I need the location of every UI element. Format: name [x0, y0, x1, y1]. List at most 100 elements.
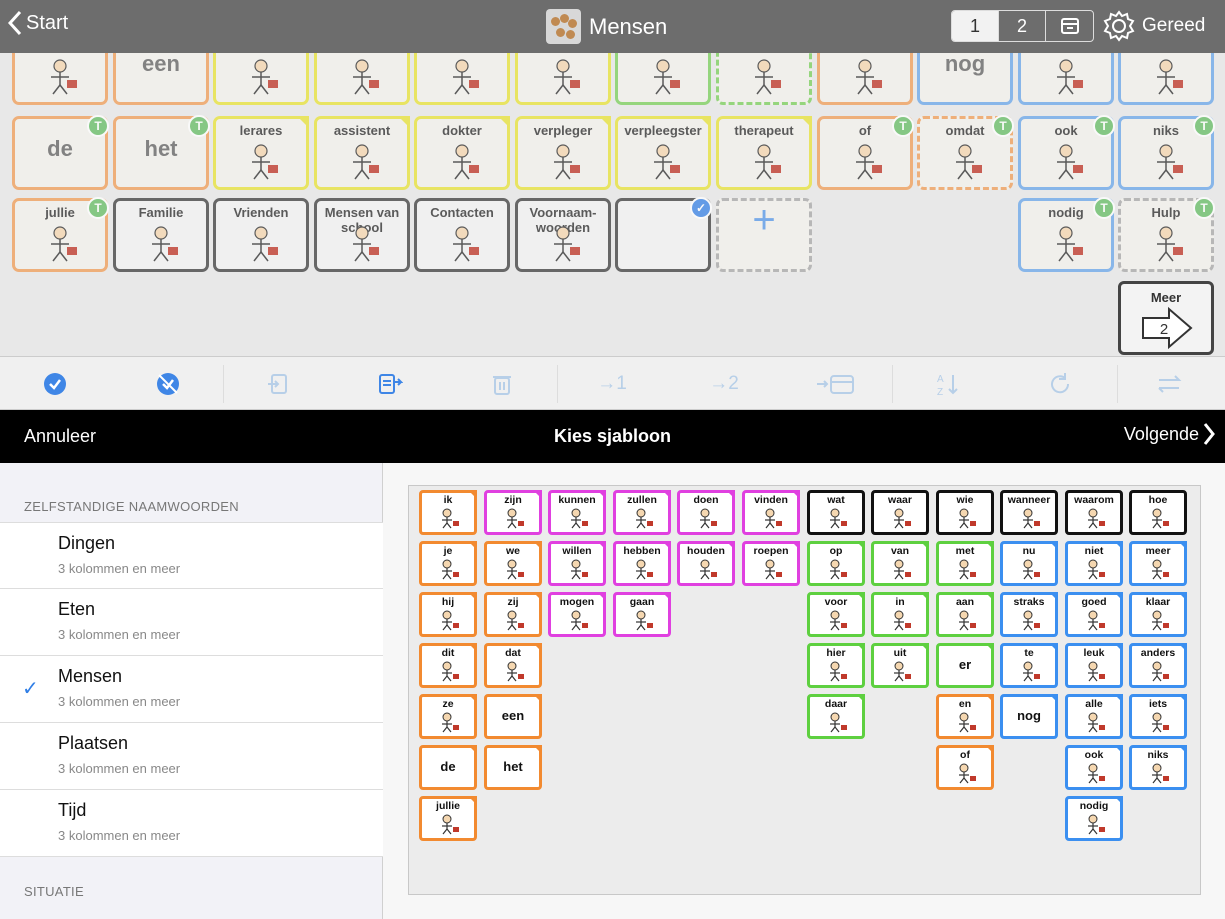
board-cell[interactable]: Familie — [113, 198, 209, 272]
board-cell[interactable]: nodig T — [1018, 197, 1115, 272]
preview-cell: hier — [807, 643, 865, 688]
template-option[interactable]: Dingen 3 kolommen en meer — [0, 522, 383, 589]
board-cell[interactable]: Hulp T — [1118, 197, 1215, 272]
move-archive-button[interactable] — [814, 357, 858, 411]
paste-icon — [379, 374, 403, 394]
option-subtitle: 3 kolommen en meer — [58, 694, 181, 709]
cell-label: verpleger — [533, 123, 593, 138]
symbol-icon — [1016, 507, 1042, 529]
preview-cell: dit — [419, 643, 477, 688]
board-cell[interactable]: + — [716, 198, 812, 272]
delete-button[interactable] — [482, 357, 522, 411]
preview-cell: mogen — [548, 592, 606, 637]
refresh-button[interactable] — [1040, 357, 1080, 411]
board-cell[interactable] — [1018, 53, 1114, 105]
page-2-button[interactable]: 2 — [999, 11, 1046, 41]
corner-fold — [468, 490, 477, 499]
deselect-icon — [157, 373, 179, 395]
text-badge-icon: T — [87, 197, 109, 219]
symbol-icon — [1081, 762, 1107, 784]
board-cell[interactable]: Contacten — [414, 198, 510, 272]
symbol-icon — [341, 225, 383, 263]
settings-done[interactable]: Gereed — [1102, 9, 1205, 43]
preview-label: zullen — [627, 494, 657, 506]
text-badge-icon: T — [892, 115, 914, 137]
board-cell[interactable]: ook T — [1018, 115, 1115, 190]
board-cell[interactable]: ✓ — [615, 197, 712, 272]
board-cell[interactable]: Voornaam-woorden — [515, 198, 611, 272]
board-cell[interactable]: verpleger — [515, 116, 611, 190]
board-cell[interactable]: therapeut — [716, 116, 812, 190]
preview-cell: aan — [936, 592, 994, 637]
board-cell[interactable]: verpleegster — [615, 116, 711, 190]
archive-button[interactable] — [1046, 11, 1093, 41]
deselect-button[interactable] — [148, 357, 188, 411]
board-cell[interactable] — [414, 53, 510, 105]
board-cell[interactable]: een — [113, 53, 209, 105]
cell-label: lerares — [239, 123, 283, 138]
board-cell[interactable]: omdat T — [917, 115, 1014, 190]
swap-button[interactable] — [1150, 357, 1190, 411]
corner-fold — [1049, 592, 1058, 601]
corner-fold — [1178, 643, 1187, 652]
board-cell[interactable]: lerares — [213, 116, 309, 190]
preview-label: mogen — [559, 596, 595, 608]
symbol-icon — [1016, 558, 1042, 580]
paste-button[interactable] — [370, 357, 410, 411]
corner-fold — [856, 643, 865, 652]
board-cell[interactable]: Vrienden — [213, 198, 309, 272]
board-cell[interactable] — [817, 53, 913, 105]
symbol-icon — [435, 813, 461, 835]
template-option[interactable]: Tijd 3 kolommen en meer — [0, 790, 383, 857]
board-cell[interactable]: of T — [817, 115, 914, 190]
board-cell[interactable]: jullie T — [12, 197, 109, 272]
template-option[interactable]: Eten 3 kolommen en meer — [0, 589, 383, 656]
preview-cell: wat — [807, 490, 865, 535]
preview-cell: kunnen — [548, 490, 606, 535]
corner-fold — [985, 643, 994, 652]
template-option[interactable]: Plaatsen 3 kolommen en meer — [0, 723, 383, 790]
move-page1-button[interactable]: →1 — [592, 357, 632, 411]
board-cell[interactable]: het T — [113, 115, 210, 190]
corner-fold — [468, 541, 477, 550]
preview-label: uit — [893, 647, 907, 659]
symbol-icon — [240, 225, 282, 263]
board-cell[interactable]: de T — [12, 115, 109, 190]
symbol-icon — [1081, 660, 1107, 682]
preview-label: hij — [441, 596, 455, 608]
board-cell[interactable] — [314, 53, 410, 105]
import-button[interactable] — [258, 357, 298, 411]
template-option[interactable]: ✓ Mensen 3 kolommen en meer — [0, 656, 383, 723]
board-cell[interactable] — [12, 53, 108, 105]
board-cell[interactable] — [716, 53, 812, 105]
symbol-icon — [693, 558, 719, 580]
preview-label: wat — [827, 494, 845, 506]
board-cell[interactable] — [213, 53, 309, 105]
board-cell[interactable] — [1118, 53, 1214, 105]
page-1-button[interactable]: 1 — [952, 11, 999, 41]
symbol-icon — [441, 225, 483, 263]
board-cell[interactable]: niks T — [1118, 115, 1215, 190]
symbol-icon — [1145, 225, 1187, 263]
move-page2-button[interactable]: →2 — [704, 357, 744, 411]
preview-cell: er — [936, 643, 994, 688]
board-cell[interactable] — [515, 53, 611, 105]
preview-cell: wanneer — [1000, 490, 1058, 535]
next-button[interactable]: Volgende — [1124, 422, 1215, 446]
board-cell[interactable] — [615, 53, 711, 105]
board-cell[interactable]: Mensen van school — [314, 198, 410, 272]
board-cell[interactable]: nog — [917, 53, 1013, 105]
symbol-icon — [1045, 225, 1087, 263]
preview-label: wie — [956, 494, 974, 506]
more-button[interactable]: Meer 2 — [1118, 281, 1214, 355]
preview-label: dit — [441, 647, 455, 659]
back-button[interactable]: Start — [8, 10, 68, 36]
board-cell[interactable]: assistent — [314, 116, 410, 190]
board-cell[interactable]: dokter — [414, 116, 510, 190]
sort-button[interactable]: AZ — [928, 357, 968, 411]
symbol-icon — [1145, 711, 1171, 733]
preview-label: straks — [1013, 596, 1045, 608]
cell-label: Vrienden — [233, 205, 289, 220]
select-all-button[interactable] — [35, 357, 75, 411]
corner-fold — [468, 643, 477, 652]
